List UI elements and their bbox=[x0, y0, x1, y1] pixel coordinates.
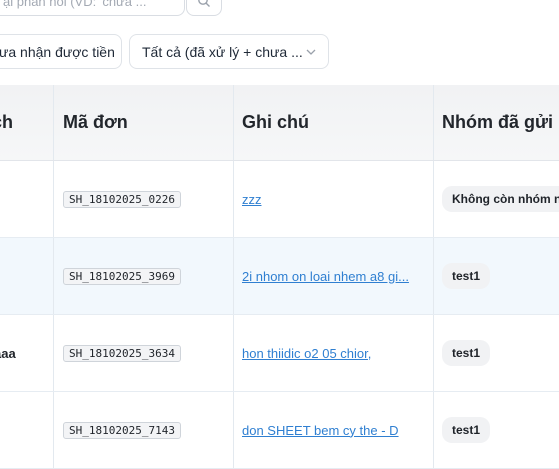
search-field[interactable] bbox=[0, 0, 185, 16]
chevron-down-icon bbox=[306, 45, 316, 59]
order-code: SH_18102025_3969 bbox=[63, 267, 181, 285]
column-header-note[interactable]: Ghi chú bbox=[233, 85, 433, 160]
search-icon bbox=[198, 0, 210, 7]
column-header-order-code[interactable]: Mã đơn bbox=[53, 85, 233, 160]
status-filter-label: Tất cả (đã xử lý + chưa ... bbox=[142, 43, 303, 60]
column-header[interactable]: ch bbox=[0, 85, 45, 160]
table-row[interactable]: SH_18102025_7143 don SHEET bem cy the - … bbox=[0, 392, 559, 469]
status-filter-select[interactable]: Tất cả (đã xử lý + chưa ... bbox=[129, 34, 329, 69]
payment-filter-select[interactable]: ưa nhận được tiền bbox=[0, 34, 122, 69]
note-link[interactable]: hon thiidic o2 05 chior, bbox=[242, 346, 371, 361]
table-row[interactable]: SH_18102025_0226 zzz Không còn nhóm n bbox=[0, 161, 559, 238]
note-link[interactable]: 2i nhom on loai nhem a8 gi... bbox=[242, 269, 409, 284]
order-code: SH_18102025_0226 bbox=[63, 190, 181, 208]
group-badge: test1 bbox=[442, 417, 491, 443]
orders-table: ch Mã đơn Ghi chú Nhóm đã gửi SH_1810202… bbox=[0, 85, 559, 469]
search-button[interactable] bbox=[186, 0, 222, 16]
note-link[interactable]: don SHEET bem cy the - D bbox=[242, 423, 399, 438]
order-code: SH_18102025_7143 bbox=[63, 421, 181, 439]
order-code: SH_18102025_3634 bbox=[63, 344, 181, 362]
search-input[interactable] bbox=[3, 0, 184, 9]
table-row[interactable]: SH_18102025_3969 2i nhom on loai nhem a8… bbox=[0, 238, 559, 315]
table-row[interactable]: aaa SH_18102025_3634 hon thiidic o2 05 c… bbox=[0, 315, 559, 392]
group-badge: Không còn nhóm n bbox=[442, 186, 559, 212]
group-badge: test1 bbox=[442, 340, 491, 366]
payment-filter-label: ưa nhận được tiền bbox=[0, 43, 115, 60]
table-header: ch Mã đơn Ghi chú Nhóm đã gửi bbox=[0, 85, 559, 161]
row-cell: aaa bbox=[0, 345, 16, 361]
group-badge: test1 bbox=[442, 263, 491, 289]
column-header-sent-group[interactable]: Nhóm đã gửi bbox=[433, 85, 559, 160]
note-link[interactable]: zzz bbox=[242, 192, 262, 207]
